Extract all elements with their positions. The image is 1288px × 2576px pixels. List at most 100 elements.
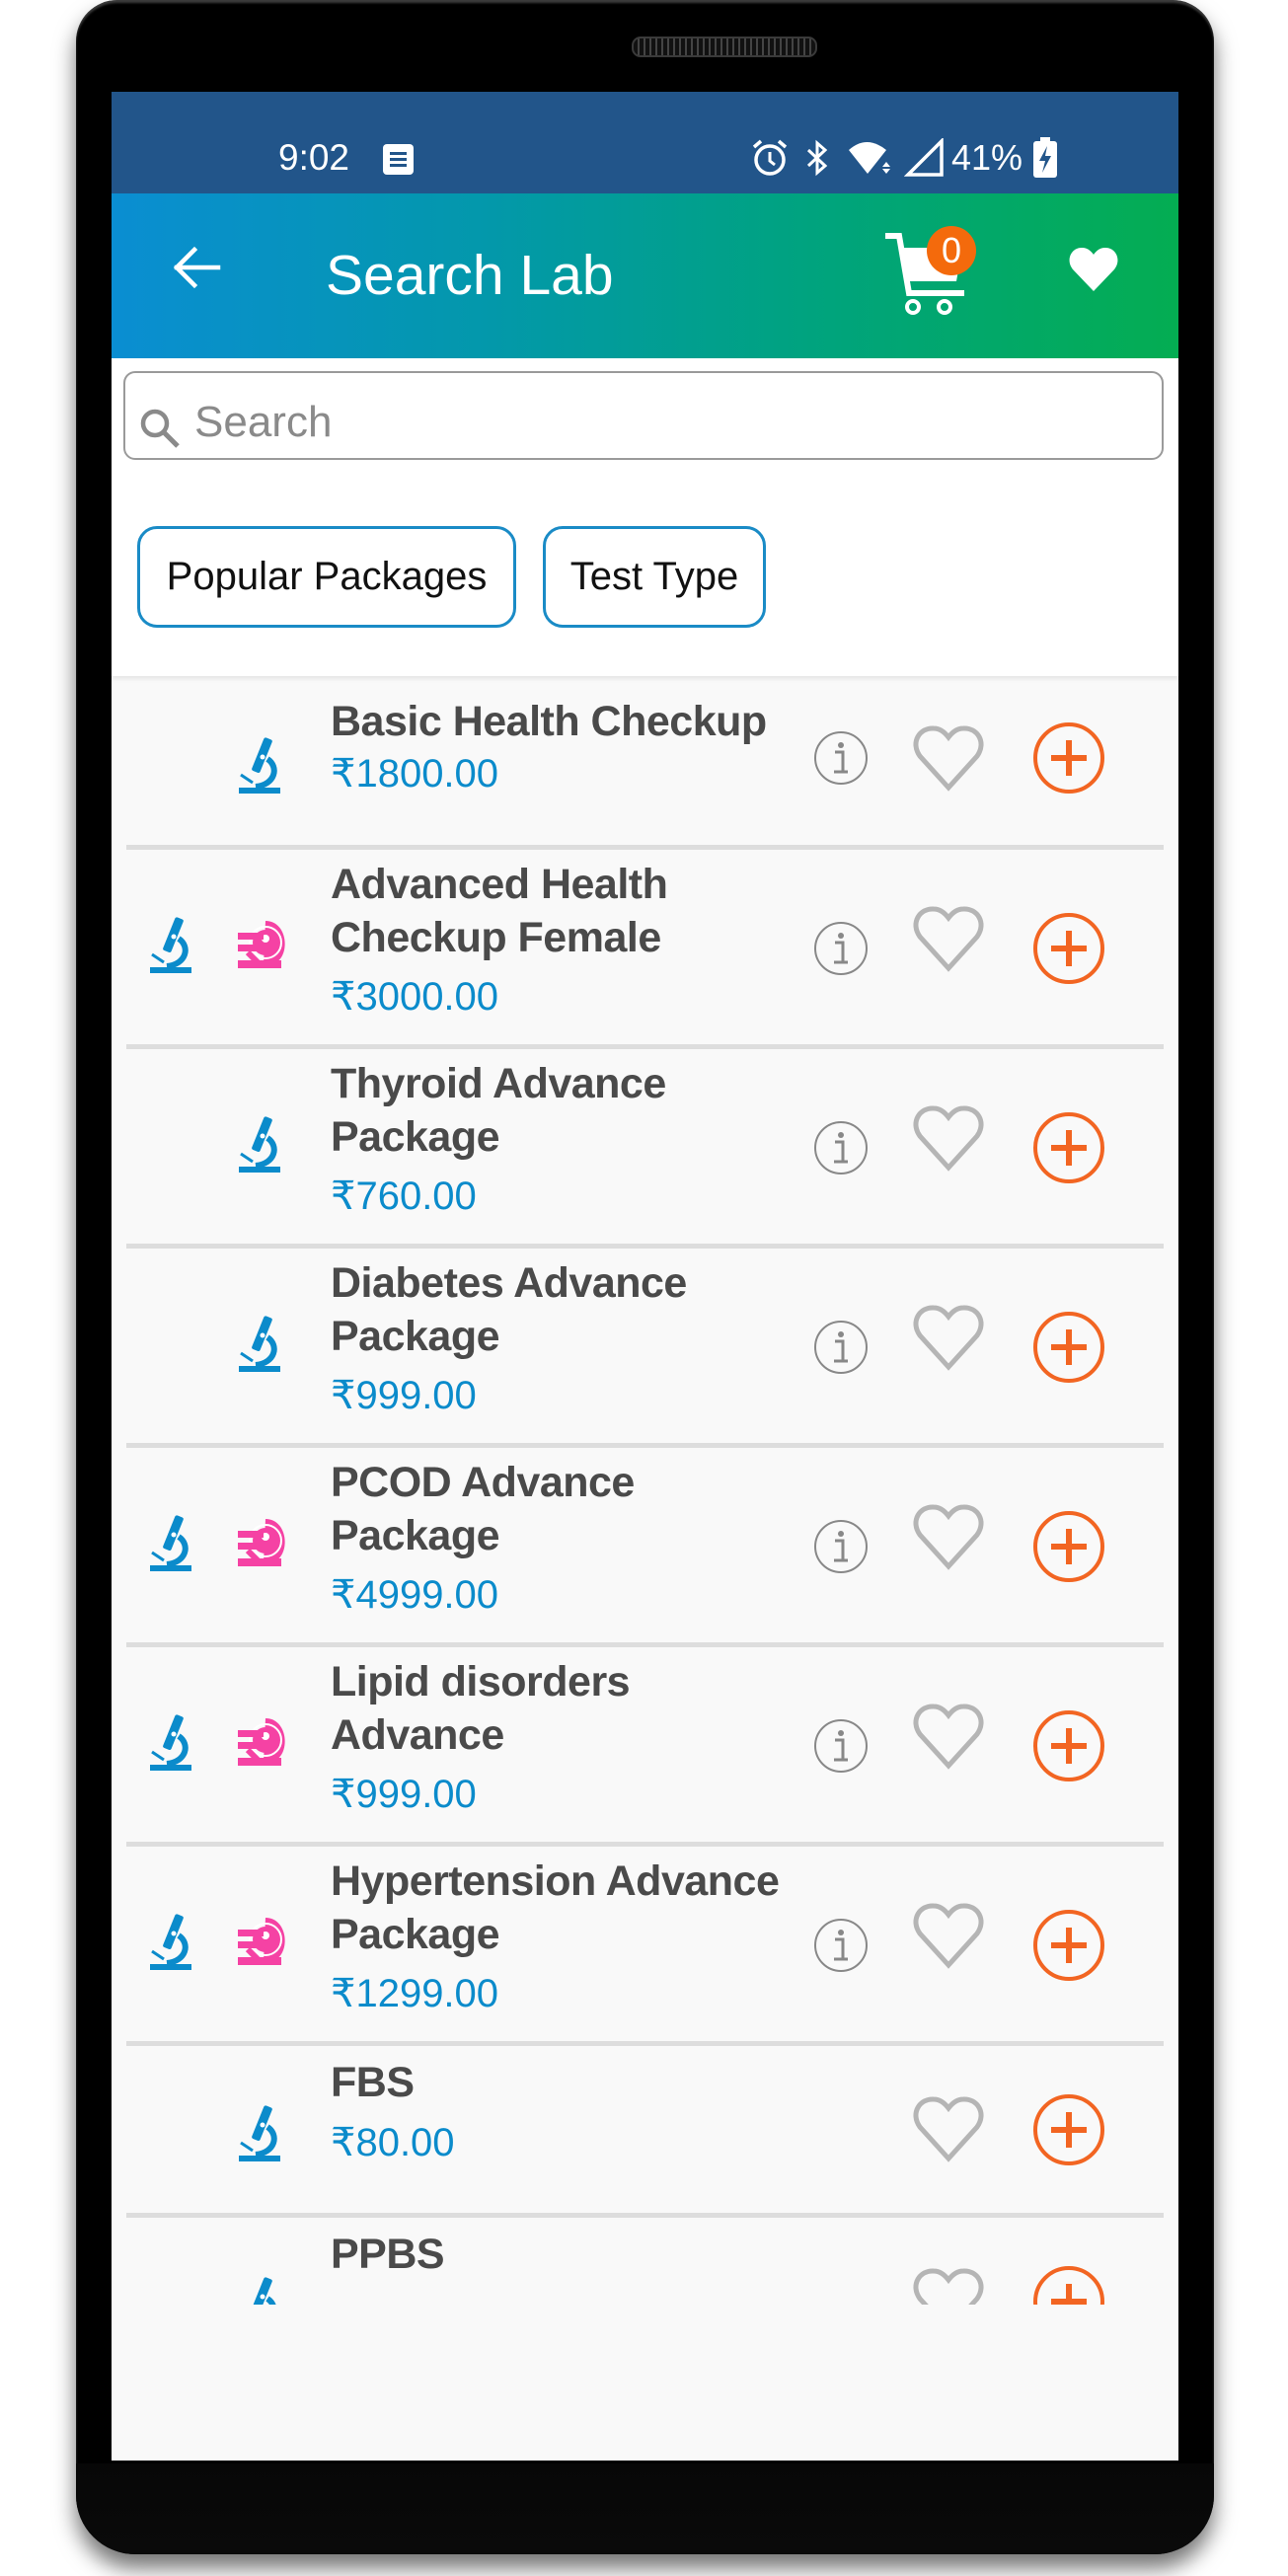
microscope-icon bbox=[147, 1912, 194, 1971]
heart-outline-icon bbox=[913, 906, 984, 972]
battery-charging-icon bbox=[1032, 137, 1058, 179]
search-box bbox=[123, 371, 1164, 460]
info-button[interactable] bbox=[813, 1519, 869, 1574]
scanner-icon bbox=[236, 1714, 285, 1774]
info-button[interactable] bbox=[813, 1120, 869, 1175]
list-item[interactable]: Thyroid Advance Package ₹760.00 bbox=[112, 1049, 1178, 1244]
item-name: Advanced Health Checkup Female bbox=[331, 861, 668, 961]
info-icon bbox=[814, 1520, 868, 1573]
favorite-toggle[interactable] bbox=[912, 2095, 985, 2164]
item-price: ₹1299.00 bbox=[331, 1972, 499, 2015]
search-icon bbox=[138, 407, 182, 450]
info-button[interactable] bbox=[813, 921, 869, 976]
plus-circle-icon bbox=[1033, 1710, 1104, 1781]
list-item[interactable]: PPBS bbox=[112, 2218, 1178, 2305]
info-button[interactable] bbox=[813, 1918, 869, 1973]
bluetooth-icon bbox=[805, 138, 829, 178]
plus-circle-icon bbox=[1033, 1312, 1104, 1383]
info-icon bbox=[814, 1121, 868, 1174]
search-input[interactable] bbox=[194, 393, 1083, 452]
info-button[interactable] bbox=[813, 1718, 869, 1774]
add-to-cart-button[interactable] bbox=[1032, 2093, 1105, 2166]
list-item[interactable]: Advanced Health Checkup Female ₹3000.00 bbox=[112, 850, 1178, 1044]
info-icon bbox=[814, 922, 868, 975]
favorite-toggle[interactable] bbox=[912, 2267, 985, 2305]
item-price: ₹999.00 bbox=[331, 1773, 477, 1816]
item-price: ₹80.00 bbox=[331, 2121, 455, 2164]
signal-icon bbox=[904, 138, 946, 178]
item-name: Thyroid Advance Package bbox=[331, 1060, 666, 1161]
search-panel: Popular Packages Test Type bbox=[112, 358, 1178, 676]
heart-outline-icon bbox=[913, 1305, 984, 1371]
info-icon bbox=[814, 1321, 868, 1374]
info-icon bbox=[814, 731, 868, 785]
info-button[interactable] bbox=[813, 1320, 869, 1375]
earpiece-speaker bbox=[632, 37, 817, 57]
microscope-icon bbox=[236, 1314, 283, 1373]
notes-icon bbox=[382, 143, 415, 176]
add-to-cart-button[interactable] bbox=[1032, 1111, 1105, 1184]
list-item[interactable]: Hypertension Advance Package ₹1299.00 bbox=[112, 1847, 1178, 2041]
page-title: Search Lab bbox=[326, 244, 614, 307]
wifi-icon bbox=[847, 138, 894, 178]
plus-circle-icon bbox=[1033, 1910, 1104, 1981]
favorite-toggle[interactable] bbox=[912, 1703, 985, 1772]
info-icon bbox=[814, 1719, 868, 1773]
list-item[interactable]: FBS ₹80.00 bbox=[112, 2046, 1178, 2213]
scanner-icon bbox=[236, 917, 285, 976]
arrow-left-icon bbox=[173, 246, 221, 289]
list-item[interactable]: PCOD Advance Package ₹4999.00 bbox=[112, 1448, 1178, 1642]
item-name: Diabetes Advance Package bbox=[331, 1259, 687, 1360]
item-name: PPBS bbox=[331, 2231, 445, 2278]
info-icon bbox=[814, 1919, 868, 1972]
add-to-cart-button[interactable] bbox=[1032, 1510, 1105, 1583]
microscope-icon bbox=[236, 2275, 283, 2305]
list-item[interactable]: Basic Health Checkup ₹1800.00 bbox=[112, 681, 1178, 845]
item-price: ₹760.00 bbox=[331, 1174, 477, 1218]
battery-percent: 41% bbox=[951, 137, 1023, 178]
favorites-button[interactable] bbox=[1046, 222, 1141, 317]
item-name: Lipid disorders Advance bbox=[331, 1658, 631, 1759]
item-price: ₹4999.00 bbox=[331, 1573, 499, 1617]
filter-popular-packages[interactable]: Popular Packages bbox=[137, 526, 516, 628]
plus-circle-icon bbox=[1033, 722, 1104, 794]
heart-outline-icon bbox=[913, 1704, 984, 1770]
item-name: FBS bbox=[331, 2059, 415, 2106]
status-time: 9:02 bbox=[278, 137, 350, 178]
app-bar: Search Lab 0 bbox=[112, 193, 1178, 358]
status-icons: 41% bbox=[750, 137, 1058, 179]
favorite-toggle[interactable] bbox=[912, 1104, 985, 1174]
item-price: ₹1800.00 bbox=[331, 752, 499, 796]
add-to-cart-button[interactable] bbox=[1032, 912, 1105, 985]
add-to-cart-button[interactable] bbox=[1032, 2265, 1105, 2305]
favorite-toggle[interactable] bbox=[912, 1503, 985, 1572]
add-to-cart-button[interactable] bbox=[1032, 721, 1105, 795]
item-price: ₹3000.00 bbox=[331, 975, 499, 1019]
list-item-clipped: PPBS bbox=[112, 2218, 1178, 2305]
plus-circle-icon bbox=[1033, 2266, 1104, 2305]
list-item[interactable]: Lipid disorders Advance ₹999.00 bbox=[112, 1647, 1178, 1842]
filter-test-type[interactable]: Test Type bbox=[543, 526, 766, 628]
microscope-icon bbox=[147, 1513, 194, 1572]
add-to-cart-button[interactable] bbox=[1032, 1709, 1105, 1782]
plus-circle-icon bbox=[1033, 2094, 1104, 2165]
favorite-toggle[interactable] bbox=[912, 905, 985, 974]
favorite-toggle[interactable] bbox=[912, 724, 985, 794]
scanner-icon bbox=[236, 1515, 285, 1574]
plus-circle-icon bbox=[1033, 913, 1104, 984]
status-bar: 9:02 41% bbox=[112, 92, 1178, 193]
info-button[interactable] bbox=[813, 730, 869, 786]
item-name: Basic Health Checkup bbox=[331, 698, 767, 745]
add-to-cart-button[interactable] bbox=[1032, 1909, 1105, 1982]
item-price: ₹999.00 bbox=[331, 1374, 477, 1417]
favorite-toggle[interactable] bbox=[912, 1304, 985, 1373]
favorite-toggle[interactable] bbox=[912, 1902, 985, 1971]
alarm-icon bbox=[750, 138, 790, 178]
back-button[interactable] bbox=[169, 241, 222, 294]
list-item[interactable]: Diabetes Advance Package ₹999.00 bbox=[112, 1249, 1178, 1443]
heart-outline-icon bbox=[913, 1903, 984, 1969]
scanner-icon bbox=[236, 1914, 285, 1973]
heart-outline-icon bbox=[913, 2268, 984, 2305]
add-to-cart-button[interactable] bbox=[1032, 1311, 1105, 1384]
microscope-icon bbox=[236, 1114, 283, 1174]
